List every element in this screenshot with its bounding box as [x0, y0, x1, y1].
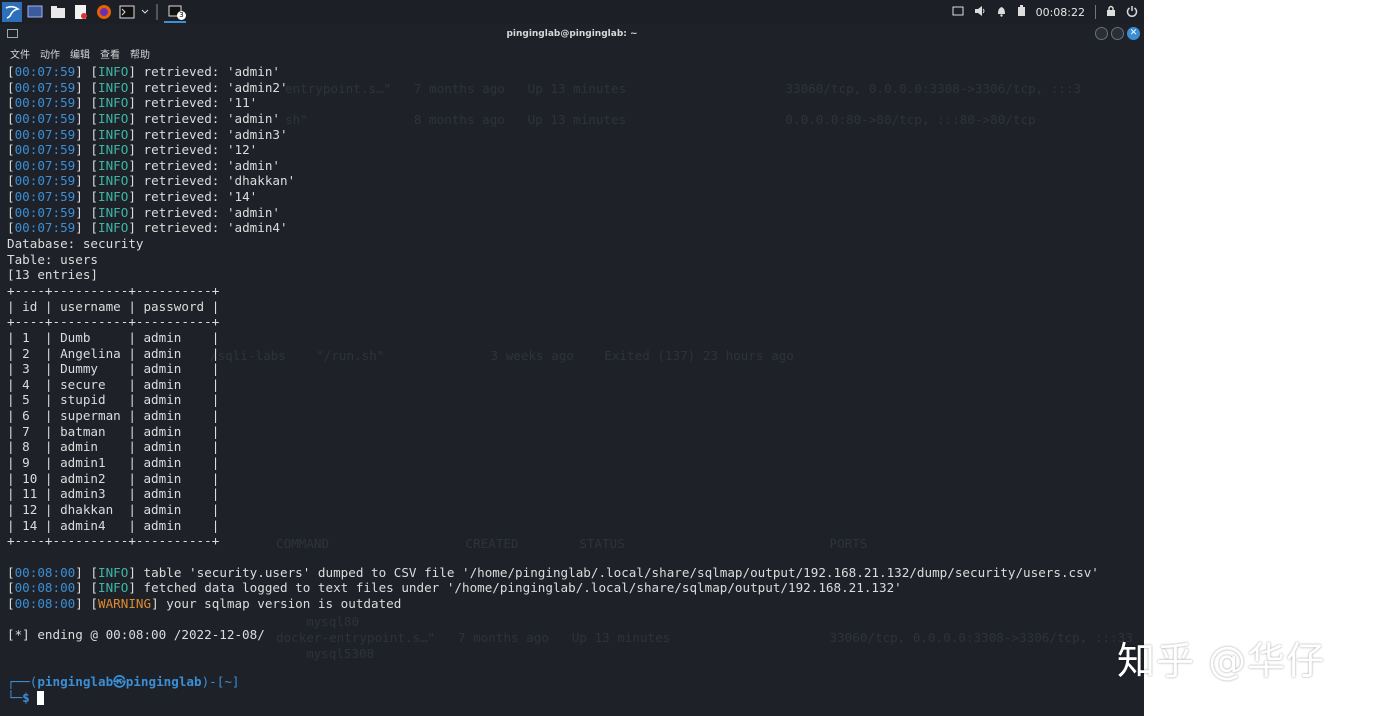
lock-icon[interactable] — [1106, 5, 1116, 20]
log-line: [00:07:59] [INFO] retrieved: 'admin' — [7, 64, 281, 79]
entries-line: [13 entries] — [7, 267, 98, 283]
notification-bell-icon[interactable] — [996, 5, 1007, 20]
text-cursor — [37, 691, 45, 706]
minimize-button[interactable] — [1095, 27, 1108, 40]
text-editor-icon[interactable] — [71, 2, 91, 22]
table-border: +----+----------+----------+ — [7, 282, 220, 298]
table-row: | 5 | stupid | admin | — [7, 392, 220, 408]
desktop-icon[interactable] — [25, 2, 45, 22]
battery-icon[interactable] — [1017, 4, 1026, 20]
table-row: | 11 | admin3 | admin | — [7, 486, 220, 502]
table-row: | 8 | admin | admin | — [7, 439, 220, 455]
log-line: [00:08:00] [INFO] fetched data logged to… — [7, 580, 902, 596]
menu-action[interactable]: 动作 — [40, 46, 60, 61]
table-row: | 12 | dhakkan | admin | — [7, 501, 220, 517]
kali-menu-icon[interactable] — [2, 2, 22, 22]
terminal-output[interactable]: entrypoint.s…" 7 months ago Up 13 minute… — [0, 62, 1144, 716]
table-row: | 1 | Dumb | admin | — [7, 329, 220, 345]
table-row: | 7 | batman | admin | — [7, 423, 220, 439]
table-line: Table: users — [7, 251, 98, 267]
log-line: [00:07:59] [INFO] retrieved: 'dhakkan' — [7, 173, 296, 189]
database-line: Database: security — [7, 236, 144, 252]
log-line: [00:07:59] [INFO] retrieved: 'admin' — [7, 204, 281, 220]
window-title: pinginglab@pinginglab: ~ — [506, 29, 638, 39]
table-border: +----+----------+----------+ — [7, 314, 220, 330]
terminal-app-icon — [7, 29, 18, 38]
table-row: | 4 | secure | admin | — [7, 376, 220, 392]
table-row: | 3 | Dummy | admin | — [7, 361, 220, 377]
log-line: [00:07:59] [INFO] retrieved: 'admin2' — [7, 79, 288, 95]
log-line: [00:07:59] [INFO] retrieved: 'admin' — [7, 157, 281, 173]
volume-icon[interactable] — [974, 5, 986, 20]
menu-bar: 文件 动作 编辑 查看 帮助 — [0, 44, 1144, 62]
separator — [156, 4, 158, 20]
log-line: [00:08:00] [WARNING] your sqlmap version… — [7, 595, 402, 611]
task-count-badge: 3 — [177, 11, 186, 20]
prompt-top: ┌──(pinginglab㉿pinginglab)-[~] — [7, 673, 240, 689]
table-row: | 10 | admin2 | admin | — [7, 470, 220, 486]
watermark: 知乎 @华仔 — [1117, 639, 1326, 683]
firefox-icon[interactable] — [94, 2, 114, 22]
active-terminal-task[interactable]: 3 — [164, 1, 186, 23]
menu-help[interactable]: 帮助 — [130, 46, 150, 61]
menu-view[interactable]: 查看 — [100, 46, 120, 61]
log-line: [00:07:59] [INFO] retrieved: '12' — [7, 142, 258, 158]
display-icon[interactable] — [952, 6, 964, 19]
prompt-input[interactable]: └─$ — [7, 690, 1099, 706]
terminal-launcher-icon[interactable] — [117, 2, 137, 22]
taskbar: 3 00:08:22 — [0, 0, 1144, 24]
separator — [1095, 5, 1096, 19]
table-border: +----+----------+----------+ — [7, 533, 220, 549]
window-titlebar[interactable]: pinginglab@pinginglab: ~ ✕ — [0, 24, 1144, 44]
log-line: [00:07:59] [INFO] retrieved: '11' — [7, 95, 258, 111]
table-row: | 2 | Angelina | admin | — [7, 345, 220, 361]
file-manager-icon[interactable] — [48, 2, 68, 22]
maximize-button[interactable] — [1111, 27, 1124, 40]
log-line: [00:07:59] [INFO] retrieved: 'admin' — [7, 110, 281, 126]
menu-edit[interactable]: 编辑 — [70, 46, 90, 61]
close-button[interactable]: ✕ — [1127, 27, 1140, 40]
menu-file[interactable]: 文件 — [10, 46, 30, 61]
log-line: [00:07:59] [INFO] retrieved: '14' — [7, 189, 258, 205]
table-row: | 6 | superman | admin | — [7, 408, 220, 424]
table-row: | 9 | admin1 | admin | — [7, 455, 220, 471]
ending-line: [*] ending @ 00:08:00 /2022-12-08/ — [7, 627, 265, 643]
table-row: | 14 | admin4 | admin | — [7, 517, 220, 533]
log-line: [00:07:59] [INFO] retrieved: 'admin3' — [7, 126, 288, 142]
power-icon[interactable] — [1126, 5, 1138, 20]
log-line: [00:07:59] [INFO] retrieved: 'admin4' — [7, 220, 288, 236]
table-header: | id | username | password | — [7, 298, 220, 314]
log-line: [00:08:00] [INFO] table 'security.users'… — [7, 564, 1099, 580]
clock[interactable]: 00:08:22 — [1036, 6, 1085, 19]
chevron-down-icon[interactable] — [140, 2, 150, 22]
